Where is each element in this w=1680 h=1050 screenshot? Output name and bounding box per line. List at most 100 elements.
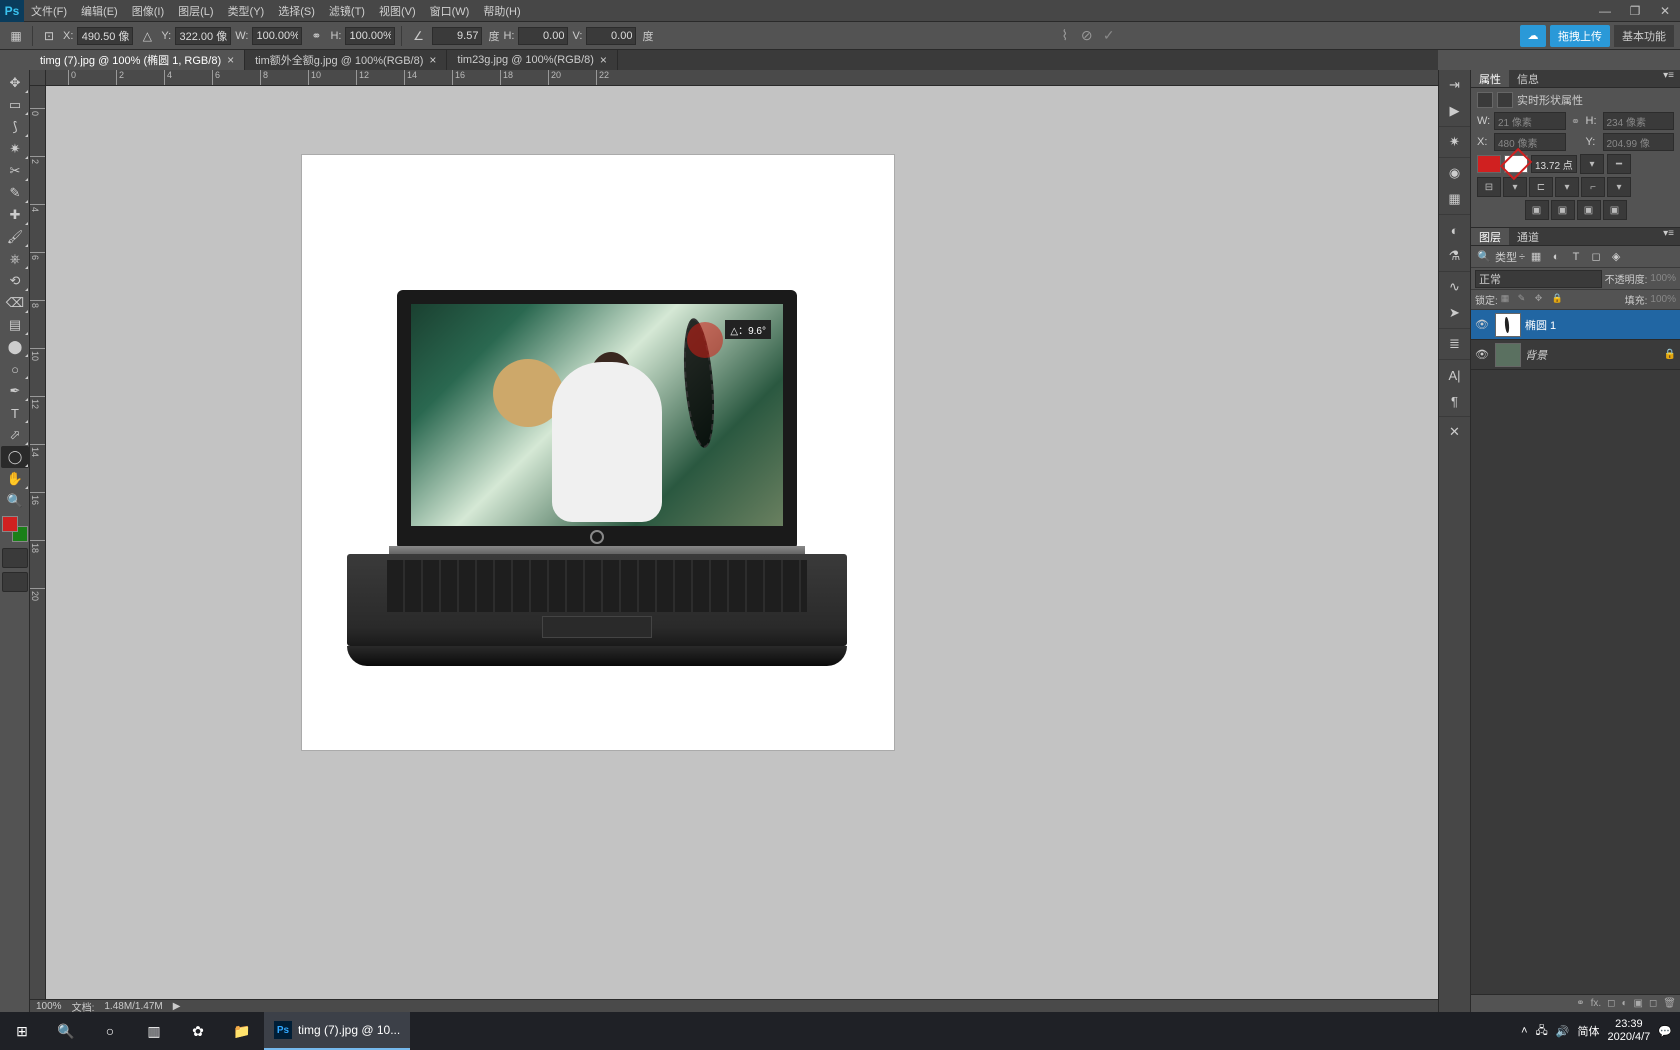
- w-field[interactable]: [252, 27, 302, 45]
- layer-thumb[interactable]: [1495, 343, 1521, 367]
- window-close[interactable]: ✕: [1650, 1, 1680, 21]
- menu-select[interactable]: 选择(S): [271, 3, 322, 19]
- lock-paint-icon[interactable]: ✎: [1518, 293, 1532, 307]
- close-icon[interactable]: ×: [227, 53, 234, 67]
- layer-ellipse-1[interactable]: 👁 椭圆 1: [1471, 310, 1680, 340]
- collapse-icon[interactable]: ⇥: [1441, 72, 1469, 98]
- y-field[interactable]: [175, 27, 231, 45]
- fill-field[interactable]: 100%: [1650, 294, 1676, 305]
- document-canvas[interactable]: △：9.6°: [302, 155, 894, 750]
- aspect-link-icon[interactable]: ⚭: [306, 26, 326, 46]
- doc-tab-3[interactable]: tim23g.jpg @ 100%(RGB/8) ×: [447, 50, 618, 70]
- pinned-app-1[interactable]: ✿: [176, 1012, 220, 1050]
- stroke-swatch[interactable]: [1504, 155, 1528, 173]
- zoom-tool[interactable]: 🔍: [1, 490, 29, 512]
- panel-menu-icon[interactable]: ▾≡: [1657, 228, 1680, 245]
- lasso-tool[interactable]: ⟆: [1, 116, 29, 138]
- mask-icon[interactable]: ◻: [1607, 998, 1615, 1009]
- zoom-level[interactable]: 100%: [36, 1001, 62, 1012]
- tray-network-icon[interactable]: 🖧: [1536, 1022, 1548, 1041]
- delete-layer-icon[interactable]: 🗑: [1663, 998, 1676, 1009]
- h-prop-field[interactable]: 234 像素: [1603, 112, 1675, 130]
- channels-tab[interactable]: 通道: [1509, 228, 1547, 245]
- warp-mode-icon[interactable]: ⌇: [1056, 27, 1074, 45]
- x-prop-field[interactable]: 480 像素: [1494, 133, 1566, 151]
- filter-adj-icon[interactable]: ◐: [1547, 248, 1565, 266]
- join-dropdown[interactable]: ▾: [1607, 177, 1631, 197]
- move-tool[interactable]: ✥: [1, 72, 29, 94]
- blur-tool[interactable]: ⬤: [1, 336, 29, 358]
- layer-background[interactable]: 👁 背景 🔒: [1471, 340, 1680, 370]
- color-swatches[interactable]: [2, 516, 28, 542]
- h-field[interactable]: [345, 27, 395, 45]
- new-layer-icon[interactable]: ◻: [1649, 998, 1657, 1009]
- commit-transform[interactable]: ✓: [1100, 27, 1118, 45]
- stroke-dash-dropdown[interactable]: ━: [1607, 154, 1631, 174]
- healing-tool[interactable]: ✚: [1, 204, 29, 226]
- eyedropper-tool[interactable]: ✎: [1, 182, 29, 204]
- lock-pixels-icon[interactable]: ▦: [1501, 293, 1515, 307]
- doc-tab-1[interactable]: timg (7).jpg @ 100% (椭圆 1, RGB/8) ×: [30, 50, 245, 70]
- folder-icon[interactable]: ▣: [1634, 998, 1643, 1009]
- history-brush-tool[interactable]: ⟲: [1, 270, 29, 292]
- combine-2[interactable]: ▣: [1551, 200, 1575, 220]
- path-select-tool[interactable]: ⬀: [1, 424, 29, 446]
- menu-help[interactable]: 帮助(H): [476, 3, 527, 19]
- close-icon[interactable]: ×: [429, 53, 436, 67]
- visibility-icon[interactable]: 👁: [1475, 348, 1491, 361]
- opacity-field[interactable]: 100%: [1650, 273, 1676, 284]
- lock-icon[interactable]: 🔒: [1664, 349, 1676, 360]
- adjustments-panel-icon[interactable]: ◐: [1441, 217, 1469, 243]
- glyph-panel-icon[interactable]: A|: [1441, 362, 1469, 388]
- layers-tab[interactable]: 图层: [1471, 228, 1509, 245]
- styles-panel-icon[interactable]: ⚗: [1441, 243, 1469, 269]
- brush-panel-icon[interactable]: ✷: [1441, 129, 1469, 155]
- lock-all-icon[interactable]: 🔒: [1552, 293, 1566, 307]
- visibility-icon[interactable]: 👁: [1475, 318, 1491, 331]
- menu-image[interactable]: 图像(I): [125, 3, 171, 19]
- filter-img-icon[interactable]: ▦: [1527, 248, 1545, 266]
- join-btn[interactable]: ⌐: [1581, 177, 1605, 197]
- foreground-swatch[interactable]: [2, 516, 18, 532]
- menu-filter[interactable]: 滤镜(T): [322, 3, 372, 19]
- panel-menu-icon[interactable]: ▾≡: [1657, 70, 1680, 87]
- w-prop-field[interactable]: 21 像素: [1494, 112, 1566, 130]
- pen-tool[interactable]: ✒: [1, 380, 29, 402]
- tray-volume-icon[interactable]: 🔊: [1556, 1025, 1570, 1038]
- reference-point-icon[interactable]: ⊡: [39, 26, 59, 46]
- cortana-icon[interactable]: ○: [88, 1012, 132, 1050]
- grid-panel-icon[interactable]: ▦: [1441, 186, 1469, 212]
- align-panel-icon[interactable]: ≣: [1441, 331, 1469, 357]
- window-restore[interactable]: ❐: [1620, 1, 1650, 21]
- tray-ime[interactable]: 简体: [1577, 1023, 1599, 1039]
- filter-smart-icon[interactable]: ◈: [1607, 248, 1625, 266]
- delta-icon[interactable]: △: [137, 26, 157, 46]
- filter-type-icon[interactable]: 🔍: [1475, 248, 1493, 266]
- menu-file[interactable]: 文件(F): [24, 3, 74, 19]
- para2-panel-icon[interactable]: ¶: [1441, 388, 1469, 414]
- tray-clock[interactable]: 23:39 2020/4/7: [1607, 1018, 1650, 1044]
- window-minimize[interactable]: —: [1590, 1, 1620, 21]
- swatches-panel-icon[interactable]: ◉: [1441, 160, 1469, 186]
- type-tool[interactable]: T: [1, 402, 29, 424]
- cloud-icon[interactable]: ☁: [1520, 25, 1546, 47]
- align-top-btn[interactable]: ⊟: [1477, 177, 1501, 197]
- task-view-icon[interactable]: ▥: [132, 1012, 176, 1050]
- cancel-transform[interactable]: ⊘: [1078, 27, 1096, 45]
- x-field[interactable]: [77, 27, 133, 45]
- taskbar-photoshop[interactable]: Ps timg (7).jpg @ 10...: [264, 1012, 410, 1050]
- dodge-tool[interactable]: ○: [1, 358, 29, 380]
- adjustment-icon[interactable]: ◐: [1621, 998, 1627, 1009]
- gradient-tool[interactable]: ▤: [1, 314, 29, 336]
- angle-field[interactable]: [432, 27, 482, 45]
- shape-tool[interactable]: ◯: [1, 446, 29, 468]
- info-tab[interactable]: 信息: [1509, 70, 1547, 87]
- tray-notifications-icon[interactable]: 💬: [1658, 1025, 1672, 1038]
- blend-mode-dropdown[interactable]: 正常: [1475, 270, 1602, 288]
- menu-view[interactable]: 视图(V): [372, 3, 423, 19]
- filter-type2-icon[interactable]: T: [1567, 248, 1585, 266]
- hskew-field[interactable]: [518, 27, 568, 45]
- crop-tool[interactable]: ✂: [1, 160, 29, 182]
- transform-tool-icon[interactable]: ▦: [6, 26, 26, 46]
- fill-swatch[interactable]: [1477, 155, 1501, 173]
